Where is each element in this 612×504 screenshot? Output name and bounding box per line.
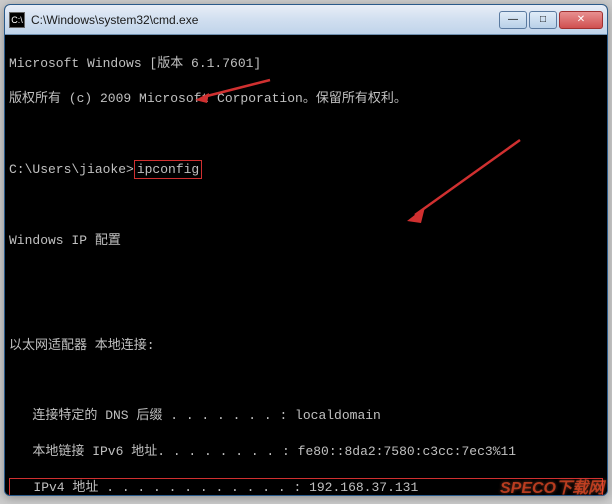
blank [9,125,603,143]
ethernet-title: 以太网适配器 本地连接: [9,337,603,355]
copyright-line: 版权所有 (c) 2009 Microsoft Corporation。保留所有… [9,90,603,108]
eth-row-1: 本地链接 IPv6 地址. . . . . . . . : fe80::8da2… [9,443,603,461]
prompt-prefix: C:\Users\jiaoke> [9,162,134,177]
maximize-button[interactable]: □ [529,11,557,29]
close-button[interactable]: ✕ [559,11,603,29]
blank [9,302,603,320]
cmd-icon: C:\ [9,12,25,28]
prompt-line-1: C:\Users\jiaoke>ipconfig [9,160,603,180]
terminal-output[interactable]: Microsoft Windows [版本 6.1.7601] 版权所有 (c)… [5,35,607,495]
titlebar[interactable]: C:\ C:\Windows\system32\cmd.exe — □ ✕ [5,5,607,35]
minimize-button[interactable]: — [499,11,527,29]
version-line: Microsoft Windows [版本 6.1.7601] [9,55,603,73]
cmd-window: C:\ C:\Windows\system32\cmd.exe — □ ✕ Mi… [4,4,608,496]
window-buttons: — □ ✕ [497,11,603,29]
eth-row-0: 连接特定的 DNS 后缀 . . . . . . . : localdomain [9,407,603,425]
ipv4-row-highlight: IPv4 地址 . . . . . . . . . . . . : 192.16… [9,478,603,495]
blank [9,372,603,390]
window-title: C:\Windows\system32\cmd.exe [31,13,497,27]
blank [9,267,603,285]
blank [9,197,603,215]
command-highlight: ipconfig [134,160,202,180]
ipconfig-header: Windows IP 配置 [9,232,603,250]
